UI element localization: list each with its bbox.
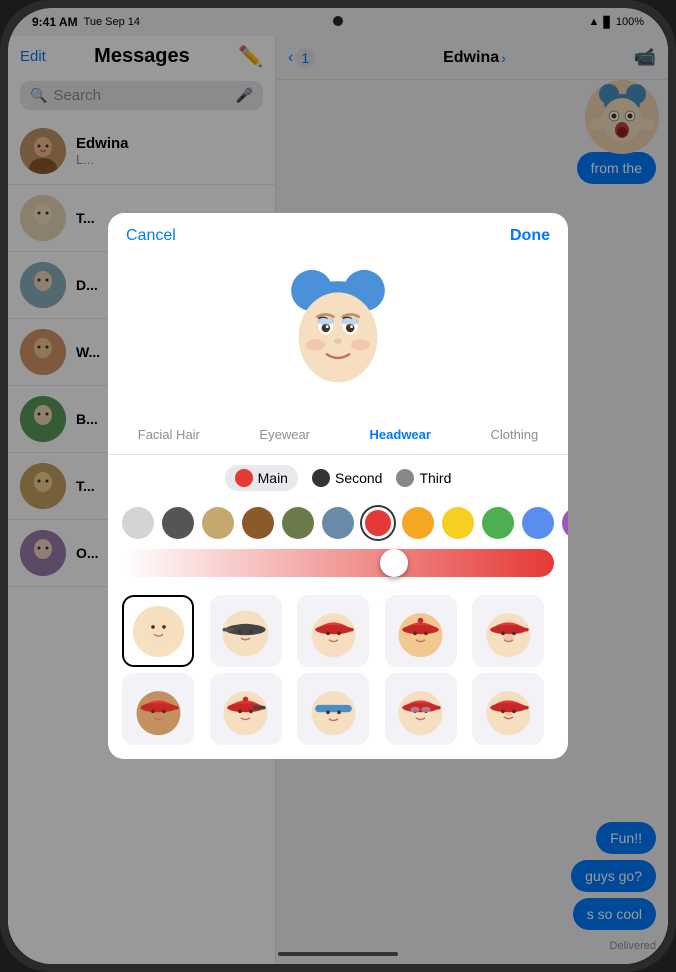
category-tabs: Facial Hair Eyewear Headwear Clothing bbox=[108, 415, 568, 455]
swatch-purple[interactable] bbox=[562, 507, 568, 539]
color-option-second[interactable]: Second bbox=[312, 469, 382, 487]
color-option-main[interactable]: Main bbox=[225, 465, 298, 491]
headwear-item-6[interactable] bbox=[122, 673, 194, 745]
tab-clothing[interactable]: Clothing bbox=[482, 423, 546, 446]
cancel-button[interactable]: Cancel bbox=[126, 227, 176, 245]
color-slider-container bbox=[108, 545, 568, 587]
headwear-item-5[interactable] bbox=[472, 595, 544, 667]
color-swatches bbox=[108, 501, 568, 545]
modal-top-bar: Cancel Done bbox=[108, 213, 568, 253]
swatch-steel-blue[interactable] bbox=[322, 507, 354, 539]
swatch-yellow[interactable] bbox=[442, 507, 474, 539]
second-color-label: Second bbox=[335, 470, 382, 486]
swatch-dark[interactable] bbox=[162, 507, 194, 539]
headwear-item-7[interactable] bbox=[210, 673, 282, 745]
headwear-item-4[interactable] bbox=[385, 595, 457, 667]
color-selector-row: Main Second Third bbox=[108, 455, 568, 501]
headwear-item-10[interactable] bbox=[472, 673, 544, 745]
done-button[interactable]: Done bbox=[510, 227, 550, 245]
headwear-item-3[interactable] bbox=[297, 595, 369, 667]
main-color-dot bbox=[235, 469, 253, 487]
swatch-blue[interactable] bbox=[522, 507, 554, 539]
headwear-item-1[interactable] bbox=[122, 595, 194, 667]
headwear-grid bbox=[108, 587, 568, 759]
headwear-item-9[interactable] bbox=[385, 673, 457, 745]
headwear-item-2[interactable] bbox=[210, 595, 282, 667]
home-indicator[interactable] bbox=[278, 952, 398, 956]
tab-headwear[interactable]: Headwear bbox=[362, 423, 439, 446]
swatch-olive[interactable] bbox=[282, 507, 314, 539]
memoji-editor-modal: Cancel Done bbox=[108, 213, 568, 759]
modal-overlay: Cancel Done bbox=[8, 8, 668, 964]
tab-eyewear[interactable]: Eyewear bbox=[251, 423, 318, 446]
third-color-label: Third bbox=[419, 470, 451, 486]
swatch-tan[interactable] bbox=[202, 507, 234, 539]
color-slider-track[interactable] bbox=[122, 549, 554, 577]
tab-facial-hair[interactable]: Facial Hair bbox=[130, 423, 208, 446]
color-option-third[interactable]: Third bbox=[396, 469, 451, 487]
headwear-item-8[interactable] bbox=[297, 673, 369, 745]
second-color-dot bbox=[312, 469, 330, 487]
swatch-orange[interactable] bbox=[402, 507, 434, 539]
swatch-red[interactable] bbox=[362, 507, 394, 539]
swatch-gray[interactable] bbox=[122, 507, 154, 539]
color-slider-thumb[interactable] bbox=[380, 549, 408, 577]
main-color-label: Main bbox=[258, 470, 288, 486]
swatch-brown[interactable] bbox=[242, 507, 274, 539]
memoji-preview-area bbox=[108, 253, 568, 415]
swatch-green[interactable] bbox=[482, 507, 514, 539]
third-color-dot bbox=[396, 469, 414, 487]
